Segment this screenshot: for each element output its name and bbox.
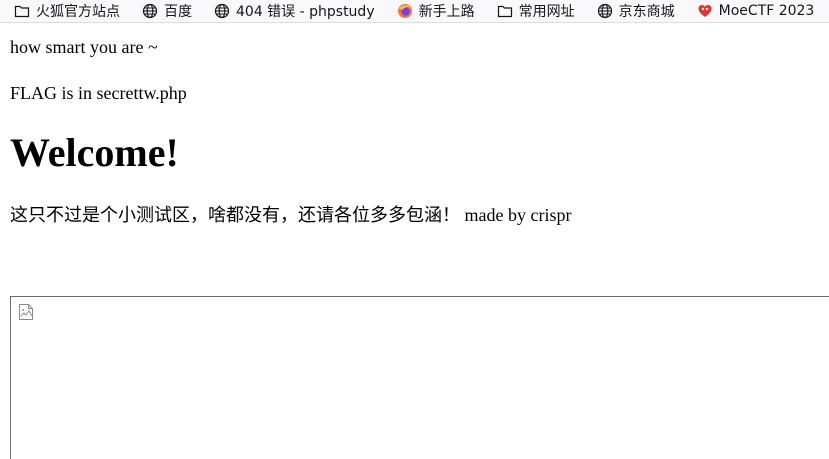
globe-icon bbox=[597, 3, 613, 19]
bookmark-moectf[interactable]: MoeCTF 2023 bbox=[681, 0, 821, 22]
bookmark-label: 新手上路 bbox=[418, 4, 475, 20]
bookmark-common-sites[interactable]: 常用网址 bbox=[481, 0, 581, 22]
bookmark-baidu[interactable]: 百度 bbox=[126, 0, 198, 22]
globe-icon bbox=[214, 3, 230, 19]
bookmark-label: 404 错误 - phpstudy bbox=[236, 4, 375, 20]
bookmark-label: 常用网址 bbox=[518, 4, 575, 20]
bookmark-label: 百度 bbox=[164, 4, 192, 20]
bookmark-jd[interactable]: 京东商城 bbox=[581, 0, 681, 22]
moectf-icon bbox=[697, 3, 713, 19]
flag-hint-text: FLAG is in secrettw.php bbox=[10, 83, 187, 103]
broken-image-icon bbox=[17, 303, 35, 321]
description-text: 这只不过是个小测试区，啥都没有，还请各位多多包涵！ made by crispr bbox=[10, 205, 572, 225]
folder-icon bbox=[497, 3, 513, 19]
bookmark-label: 火狐官方站点 bbox=[36, 4, 120, 20]
bookmarks-toolbar: 火狐官方站点 百度 404 错误 - phpstudy 新手上路 常用网址 京东… bbox=[0, 0, 829, 23]
firefox-icon bbox=[397, 3, 413, 19]
bookmark-label: 京东商城 bbox=[618, 4, 675, 20]
folder-icon bbox=[14, 3, 30, 19]
bookmark-getting-started[interactable]: 新手上路 bbox=[381, 0, 481, 22]
globe-icon bbox=[142, 3, 158, 19]
image-frame bbox=[10, 296, 829, 459]
bookmark-label: MoeCTF 2023 bbox=[718, 3, 815, 19]
bookmark-firefox-official[interactable]: 火狐官方站点 bbox=[0, 0, 126, 22]
bookmark-phpstudy-404[interactable]: 404 错误 - phpstudy bbox=[198, 0, 381, 22]
greeting-text: how smart you are ~ bbox=[10, 37, 158, 57]
page-title: Welcome! bbox=[10, 130, 179, 175]
